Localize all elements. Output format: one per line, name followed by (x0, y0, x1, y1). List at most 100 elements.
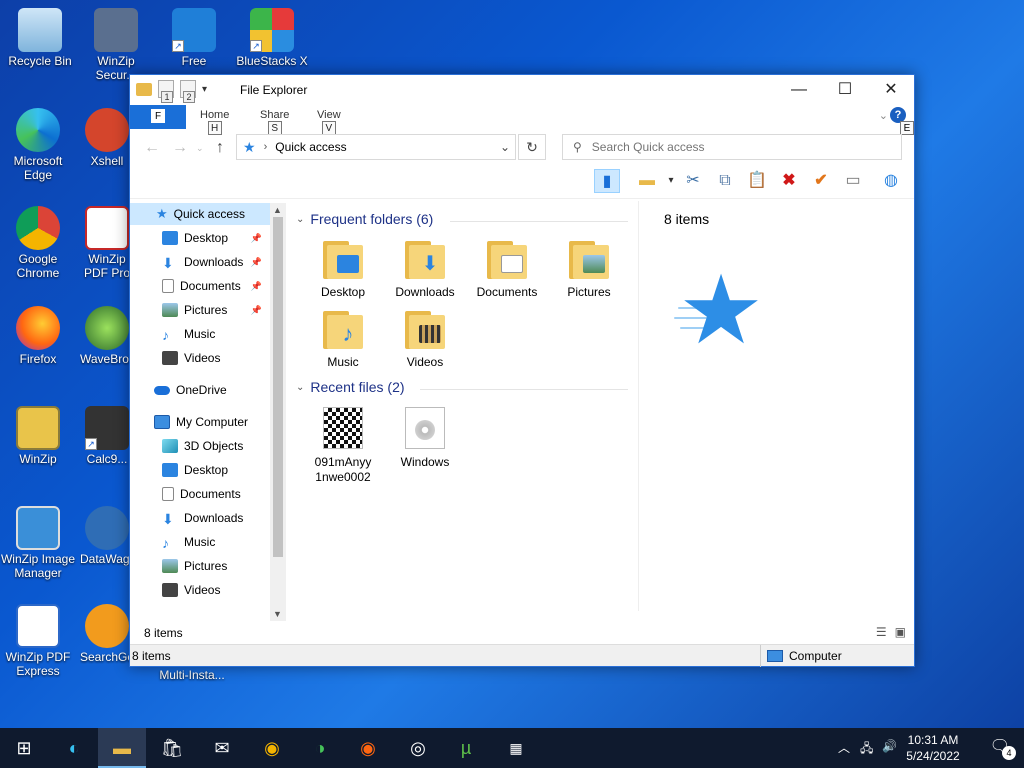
nav-item-documents[interactable]: Documents (162, 483, 270, 505)
scroll-down-icon[interactable]: ▼ (273, 609, 282, 619)
desktop-icon-xshell[interactable]: Xshell (80, 108, 134, 168)
taskbar-calculator[interactable]: ▦ (492, 728, 540, 768)
ribbon-tabs: F Home H Share S View V ⌄ ? E (130, 105, 914, 135)
search-box[interactable]: ⚲ (562, 134, 902, 160)
desktop-icon-free[interactable]: ↗ Free (156, 8, 232, 68)
search-input[interactable] (591, 140, 872, 154)
back-button[interactable]: ← (144, 139, 160, 157)
file-tile-windows[interactable]: Windows (384, 407, 466, 470)
desktop-icon-firefox[interactable]: Firefox (0, 306, 76, 366)
scroll-up-icon[interactable]: ▲ (273, 205, 282, 215)
desktop-icon-datawag[interactable]: DataWag... (80, 506, 134, 566)
nav-item-desktop[interactable]: Desktop (162, 459, 270, 481)
qat-customize-icon[interactable]: ▾ (202, 84, 207, 95)
nav-item-videos[interactable]: Videos (162, 347, 270, 369)
qat-properties-button[interactable]: 1 (158, 80, 174, 103)
nav-item-my-computer[interactable]: My Computer (154, 411, 270, 433)
desktop-icon-edge[interactable]: Microsoft Edge (0, 108, 76, 182)
start-button[interactable]: ⊞ (0, 728, 48, 768)
nav-item-quick-access[interactable]: ★ Quick access (130, 203, 270, 225)
address-bar[interactable]: ★ › Quick access ⌄ (236, 134, 516, 160)
desktop-icon-searchgenie[interactable]: SearchGe... (80, 604, 134, 664)
preview-item-count: 8 items (664, 211, 710, 227)
preview-pane-icon: ▮ (602, 173, 612, 190)
address-dropdown-icon[interactable]: ⌄ (495, 140, 515, 154)
paste-button[interactable]: 📋 (744, 169, 770, 193)
taskbar-edge-dev[interactable]: ◑ (296, 728, 344, 768)
nav-item-music[interactable]: ♪ Music (162, 323, 270, 345)
desktop-icon-chrome[interactable]: Google Chrome (0, 206, 76, 280)
scroll-thumb[interactable] (273, 217, 283, 557)
notification-center-icon[interactable]: 🗨 4 (990, 736, 1016, 760)
desktop-icon-wavebrowser[interactable]: WaveBrow... (80, 306, 134, 366)
taskbar-store[interactable]: 🛍 (148, 728, 196, 768)
forward-button[interactable]: → (172, 139, 188, 157)
desktop-icon-calc[interactable]: ↗ Calc9... (80, 406, 134, 466)
network-button[interactable]: ◍ (878, 169, 904, 193)
nav-item-downloads[interactable]: ⬇ Downloads (162, 507, 270, 529)
free-app-icon: ↗ (172, 8, 216, 52)
desktop-icon (162, 231, 178, 245)
folder-tile-music[interactable]: ♪ Music (302, 311, 384, 370)
large-icons-view-icon[interactable]: ▣ (895, 625, 906, 639)
folder-tile-desktop[interactable]: Desktop (302, 241, 384, 300)
recent-locations-button[interactable]: ⌄ (196, 143, 204, 154)
wavebrowser-icon (85, 306, 129, 350)
taskbar-firefox[interactable]: ◉ (344, 728, 392, 768)
refresh-button[interactable]: ↻ (518, 134, 546, 160)
taskbar-edge[interactable]: ◐ (50, 728, 98, 768)
desktop-icon-winzip-secure[interactable]: WinZip Secur... (78, 8, 154, 82)
desktop-icon-bluestacks[interactable]: ↗ BlueStacks X (234, 8, 310, 68)
nav-item-videos-pc[interactable]: Videos (162, 579, 270, 601)
preview-pane-button[interactable]: ▮ (594, 169, 620, 193)
nav-scrollbar[interactable]: ▲ ▼ (270, 203, 286, 621)
file-tile-qr-image[interactable]: 091mAnyy1nwe0002 (302, 407, 384, 485)
folder-tile-videos[interactable]: Videos (384, 311, 466, 370)
folder-tile-downloads[interactable]: ⬇ Downloads (384, 241, 466, 300)
network-icon[interactable]: 🖧 (860, 739, 873, 760)
nav-item-downloads-pinned[interactable]: ⬇ Downloads 📌 (162, 251, 270, 273)
cut-button[interactable]: ✂ (680, 169, 706, 193)
taskbar-utorrent[interactable]: µ (442, 728, 490, 768)
qat-new-folder-button[interactable]: 2 (180, 80, 196, 103)
copy-button[interactable]: ⧉ (712, 169, 738, 193)
details-view-icon[interactable]: ☰ (876, 625, 887, 639)
nav-item-desktop-pinned[interactable]: Desktop 📌 (162, 227, 270, 249)
taskbar-browser[interactable]: ◎ (394, 728, 442, 768)
rename-button[interactable]: ✔ (808, 169, 834, 193)
tab-file[interactable]: F (130, 105, 186, 129)
volume-icon[interactable]: 🔊 (882, 739, 897, 753)
expand-ribbon-icon[interactable]: ⌄ (879, 109, 888, 122)
folder-tile-documents[interactable]: Documents (466, 241, 548, 300)
taskbar-file-explorer[interactable]: ▬ (98, 728, 146, 768)
show-hidden-icons-icon[interactable]: ︿ (838, 739, 850, 756)
minimize-button[interactable]: — (776, 75, 822, 105)
nav-item-music-pc[interactable]: ♪ Music (162, 531, 270, 553)
nav-item-pictures[interactable]: Pictures (162, 555, 270, 577)
desktop-icon-multi-instance[interactable]: Multi-Insta... (154, 668, 230, 682)
group-header-recent[interactable]: ⌄ Recent files (2) (296, 379, 405, 395)
nav-item-onedrive[interactable]: OneDrive (154, 379, 270, 401)
folder-tile-pictures[interactable]: Pictures (548, 241, 630, 300)
taskbar-mail[interactable]: ✉ (198, 728, 246, 768)
maximize-button[interactable]: ☐ (822, 75, 868, 105)
file-explorer-window: 1 2 ▾ File Explorer — ☐ ✕ F Home H Share… (129, 74, 915, 667)
up-button[interactable]: ↑ (216, 139, 224, 157)
nav-item-3d-objects[interactable]: 3D Objects (162, 435, 270, 457)
new-folder-button[interactable]: ▬ (634, 169, 660, 193)
desktop-icon-winzip-pdf-pro[interactable]: WinZip PDF Pro (80, 206, 134, 280)
delete-button[interactable]: ✖ (776, 169, 802, 193)
clock[interactable]: 10:31 AM 5/24/2022 (898, 732, 968, 764)
desktop-icon-winzip[interactable]: WinZip (0, 406, 76, 466)
nav-item-documents-pinned[interactable]: Documents 📌 (162, 275, 270, 297)
desktop-icon-winzip-image-manager[interactable]: WinZip Image Manager (0, 506, 76, 580)
properties-button[interactable]: ▭ (840, 169, 866, 193)
close-button[interactable]: ✕ (868, 75, 914, 105)
group-header-frequent[interactable]: ⌄ Frequent folders (6) (296, 211, 433, 227)
taskbar-chrome[interactable]: ◉ (248, 728, 296, 768)
nav-item-pictures-pinned[interactable]: Pictures 📌 (162, 299, 270, 321)
desktop-icon-winzip-pdf-express[interactable]: WinZip PDF Express (0, 604, 76, 678)
desktop-icon-recycle-bin[interactable]: Recycle Bin (2, 8, 78, 68)
preview-divider[interactable] (638, 201, 639, 611)
close-icon: ✕ (884, 81, 898, 98)
